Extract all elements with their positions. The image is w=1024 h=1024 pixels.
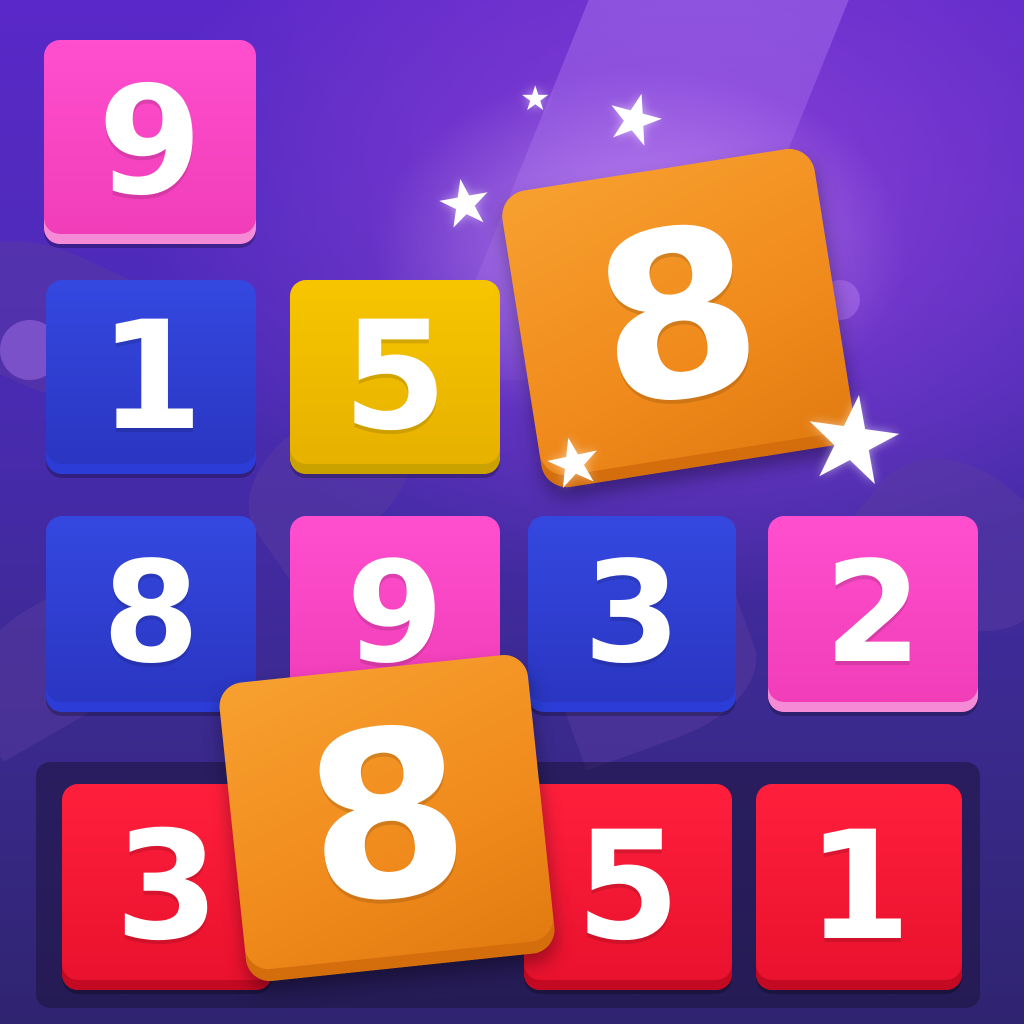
tile-pink-2[interactable]: 2 [768,516,978,712]
game-board: 9 1 5 8 9 3 2 3 5 1 8 8 ★ ★ ★ ★ ★ [0,0,1024,1024]
tile-value: 5 [575,800,681,974]
tray-tile-red-5[interactable]: 5 [524,784,732,990]
tray-tile-red-1[interactable]: 1 [756,784,962,990]
tile-yellow-5[interactable]: 5 [290,280,500,474]
tile-blue-3[interactable]: 3 [528,516,736,712]
tile-value: 1 [806,800,912,974]
dragging-tile-orange-8[interactable]: 8 [217,652,557,984]
tile-pink-9[interactable]: 9 [44,40,256,244]
tile-value: 3 [583,532,681,695]
tile-value: 5 [342,290,448,464]
star-icon: ★ [430,162,500,246]
tile-value: 1 [98,290,204,464]
tile-blue-8[interactable]: 8 [46,516,256,712]
tile-value: 8 [293,676,481,959]
tile-value: 3 [114,800,220,974]
tile-blue-1[interactable]: 1 [46,280,256,474]
tile-value: 8 [102,532,200,695]
tile-value: 8 [577,173,778,462]
tile-value: 2 [824,532,922,695]
star-icon: ★ [520,79,551,119]
star-icon: ★ [790,363,915,515]
tile-value: 9 [97,55,203,229]
